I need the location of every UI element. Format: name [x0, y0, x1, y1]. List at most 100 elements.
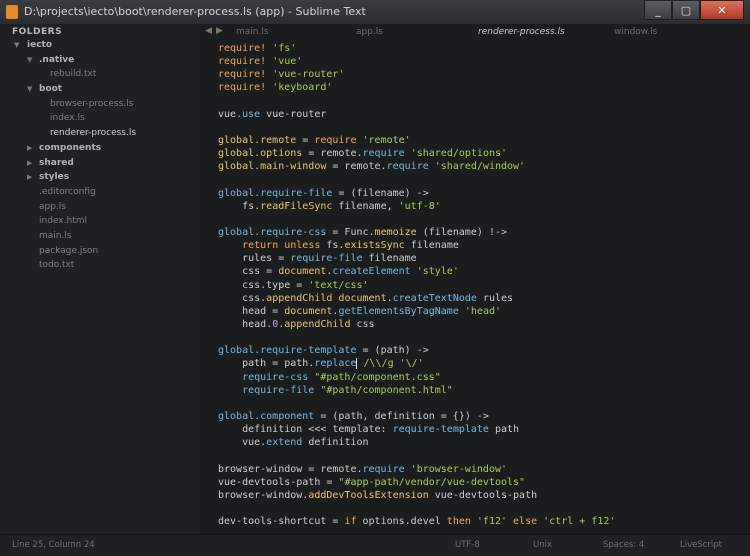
folders-header: FOLDERS — [12, 27, 63, 37]
sidebar-folder-item[interactable]: ▼ iecto — [0, 38, 200, 53]
code-line: require-css "#path/component.css" — [218, 371, 615, 384]
code-line: require! 'vue-router' — [218, 68, 615, 81]
code-token: 'browser-window' — [404, 463, 508, 475]
sidebar-file-item[interactable]: browser-process.ls — [0, 97, 200, 112]
minimize-button[interactable]: _ — [644, 0, 672, 20]
indentation-indicator[interactable]: Spaces: 4 — [603, 540, 644, 550]
tab-nav-right-icon[interactable]: ▶ — [216, 26, 223, 36]
code-token: require! — [218, 43, 273, 54]
code-line: global.remote = require 'remote' — [218, 134, 615, 147]
close-button[interactable]: ✕ — [700, 0, 744, 20]
code-line: fs.readFileSync filename, 'utf-8' — [218, 200, 615, 213]
tab-window-ls[interactable]: window.ls — [614, 27, 657, 37]
code-token: vue-router — [260, 108, 327, 120]
window-controls: _ ▢ ✕ — [644, 0, 744, 20]
code-token: 'vue-router' — [272, 69, 345, 81]
sidebar-folder-item[interactable]: ▶ shared — [0, 156, 200, 171]
sidebar-folder-item[interactable]: ▼ boot — [0, 82, 200, 97]
code-token: createTextNode — [392, 292, 477, 304]
syntax-indicator[interactable]: LiveScript — [680, 540, 722, 550]
sidebar-file-item[interactable]: app.ls — [0, 200, 200, 215]
code-token: 'shared/options' — [404, 148, 508, 160]
sidebar-file-item[interactable]: rebuild.txt — [0, 67, 200, 82]
code-token: require — [362, 463, 405, 475]
disclosure-open-icon[interactable]: ▼ — [27, 82, 32, 97]
code-token: options.devel — [356, 516, 447, 528]
tab-main-ls[interactable]: main.ls — [236, 27, 269, 37]
code-token: global.require-template — [218, 345, 357, 357]
code-token: vue-devtools-path = — [218, 476, 339, 488]
disclosure-open-icon[interactable]: ▼ — [27, 53, 32, 68]
sidebar-item-label: .editorconfig — [39, 186, 96, 197]
code-token: "#path/component.html" — [314, 384, 453, 396]
code-line: vue-devtools-path = "#app-path/vendor/vu… — [218, 476, 615, 489]
code-token: (filename) !-> — [416, 226, 508, 238]
sidebar: FOLDERS ▼ iecto ▼ .native rebuild.txt ▼ boot br… — [0, 24, 200, 534]
code-token: = remote. — [326, 161, 387, 173]
code-token: rules — [476, 292, 514, 304]
code-token: dev-tools-shortcut = — [218, 516, 345, 528]
code-line: require-file "#path/component.html" — [218, 384, 615, 397]
code-token: replace — [314, 358, 357, 370]
sidebar-item-label: components — [39, 142, 102, 153]
sidebar-item-label: index.html — [39, 216, 87, 227]
sidebar-file-item[interactable]: index.ls — [0, 111, 200, 126]
code-token: global.require-file — [218, 187, 333, 199]
code-line: require! 'fs' — [218, 42, 615, 55]
code-token: head = — [218, 305, 285, 317]
tab-app-ls[interactable]: app.ls — [356, 27, 383, 37]
encoding-indicator[interactable]: UTF-8 — [455, 540, 480, 550]
code-token: rules = — [218, 253, 291, 265]
code-line: global.require-template = (path) -> — [218, 344, 615, 357]
sidebar-file-item[interactable]: renderer-process.ls — [0, 126, 200, 141]
sidebar-file-item[interactable]: index.html — [0, 214, 200, 229]
tab-renderer-process-ls[interactable]: renderer-process.ls — [478, 27, 565, 37]
code-token: require! — [218, 69, 273, 81]
line-endings-indicator[interactable]: Unix — [533, 540, 552, 550]
sidebar-file-item[interactable]: package.json — [0, 244, 200, 259]
code-line: require! 'keyboard' — [218, 81, 615, 94]
code-token: require! — [218, 82, 273, 94]
code-token: require! — [218, 56, 273, 68]
disclosure-closed-icon[interactable]: ▶ — [27, 156, 32, 171]
disclosure-open-icon[interactable]: ▼ — [14, 38, 19, 53]
code-token: require — [362, 148, 405, 160]
code-token: addDevToolsExtension — [308, 489, 429, 501]
code-token: filename, — [332, 200, 399, 212]
code-token: "#app-path/vendor/vue-devtools" — [338, 476, 526, 488]
code-line: head = document.getElementsByTagName 'he… — [218, 305, 615, 318]
code-token: then — [446, 516, 471, 528]
sidebar-file-item[interactable]: .editorconfig — [0, 185, 200, 200]
sidebar-folder-item[interactable]: ▶ styles — [0, 170, 200, 185]
code-editor[interactable]: require! 'fs' require! 'vue' require! 'vue… — [200, 42, 750, 534]
sidebar-file-item[interactable]: main.ls — [0, 229, 200, 244]
code-token: 'vue' — [272, 56, 303, 68]
code-token: = remote. — [302, 148, 363, 160]
sidebar-file-item[interactable]: todo.txt — [0, 258, 200, 273]
sidebar-folder-item[interactable]: ▼ .native — [0, 53, 200, 68]
code-line: css.type = 'text/css' — [218, 279, 615, 292]
code-token: require-file — [218, 384, 315, 396]
code-token: = (path, definition = {}) -> — [314, 410, 489, 422]
disclosure-closed-icon[interactable]: ▶ — [27, 170, 32, 185]
code-token: require — [386, 161, 429, 173]
code-token: else — [507, 516, 544, 528]
sidebar-item-label: index.ls — [50, 113, 85, 124]
code-area[interactable]: require! 'fs' require! 'vue' require! 'vue… — [218, 42, 615, 528]
code-token: 'f12' — [470, 516, 508, 528]
disclosure-closed-icon[interactable]: ▶ — [27, 141, 32, 156]
sidebar-item-label: package.json — [39, 245, 99, 256]
window-title: D:\projects\iecto\boot\renderer-process.… — [24, 5, 366, 18]
tab-nav-left-icon[interactable]: ◀ — [205, 26, 212, 36]
maximize-button[interactable]: ▢ — [672, 0, 700, 20]
sidebar-item-label: app.ls — [39, 201, 66, 212]
code-token: global.require-css — [218, 226, 327, 238]
sidebar-item-label: boot — [39, 84, 63, 95]
code-line: browser-window.addDevToolsExtension vue-… — [218, 489, 615, 502]
code-token: css — [350, 318, 375, 330]
sidebar-folder-item[interactable]: ▶ components — [0, 141, 200, 156]
